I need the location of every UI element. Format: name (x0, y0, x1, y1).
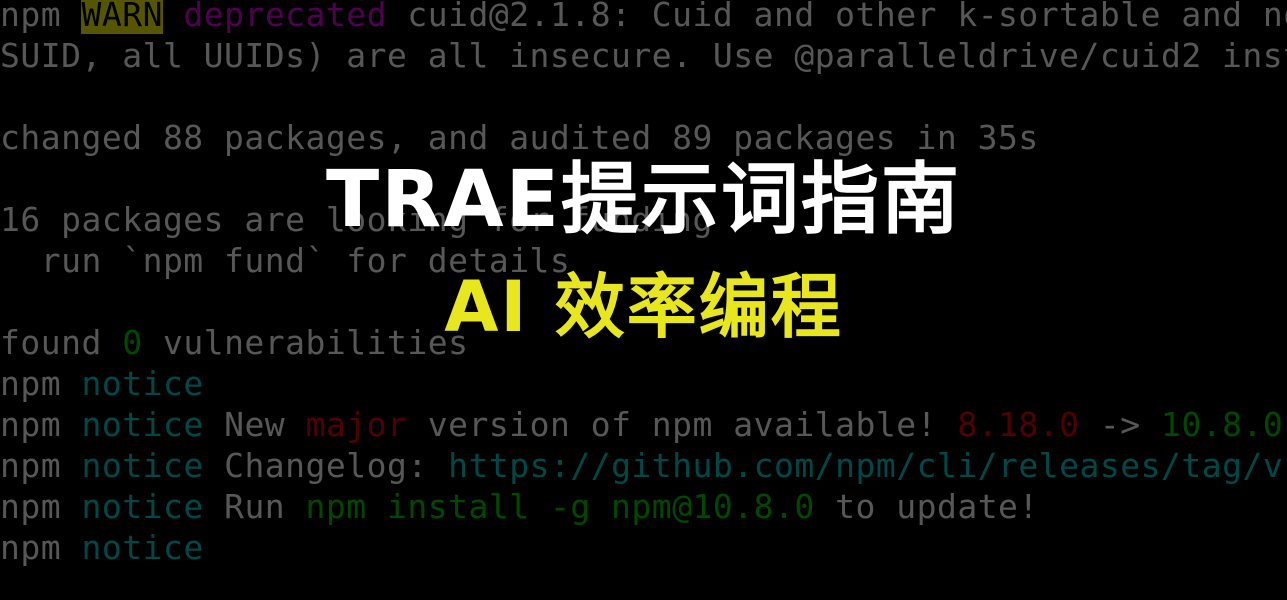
cover-subtitle: AI 效率编程 (444, 266, 843, 348)
title-block: TRAE提示词指南 AI 效率编程 (0, 150, 1287, 352)
cover-image: npm WARN deprecated cuid@2.1.8: Cuid and… (0, 0, 1287, 600)
cover-title: TRAE提示词指南 (326, 155, 961, 245)
